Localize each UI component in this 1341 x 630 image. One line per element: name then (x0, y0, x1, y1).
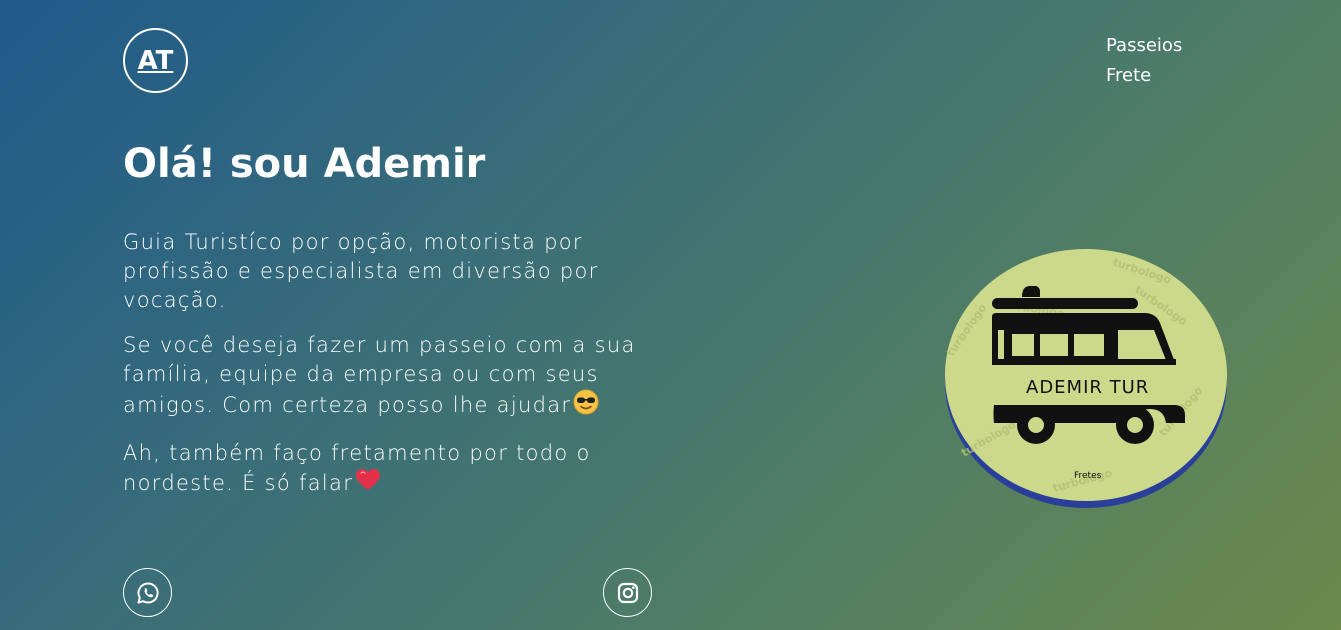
intro-paragraph: Guia Turistíco por opção, motorista por … (123, 228, 663, 315)
whatsapp-icon (137, 581, 159, 603)
logo[interactable]: AT (123, 28, 188, 93)
page-title: Olá! sou Ademir (123, 141, 486, 187)
tour-paragraph-text: Se você deseja fazer um passeio com a su… (123, 333, 636, 417)
intro-paragraph-text: Guia Turistíco por opção, motorista por … (123, 230, 599, 312)
instagram-button[interactable] (603, 568, 652, 617)
instagram-icon (617, 582, 638, 603)
heart-icon (355, 468, 381, 500)
nav-link-passeios[interactable]: Passeios (1106, 34, 1182, 58)
logo-text: AT (137, 45, 174, 76)
badge-subtitle: Fretes (1074, 471, 1102, 481)
sunglasses-face-icon (573, 389, 599, 423)
tour-paragraph: Se você deseja fazer um passeio com a su… (123, 331, 663, 423)
main-nav: Passeios Frete (1106, 34, 1182, 88)
intro-text: Guia Turistíco por opção, motorista por … (123, 228, 663, 516)
badge-name: ADEMIR TUR (1026, 377, 1149, 398)
whatsapp-button[interactable] (123, 568, 172, 617)
nav-link-frete[interactable]: Frete (1106, 64, 1182, 88)
ademir-tur-logo: turbologo turbologo turbologo turbologo … (944, 249, 1227, 508)
charter-paragraph: Ah, também faço fretamento por todo o no… (123, 439, 663, 500)
